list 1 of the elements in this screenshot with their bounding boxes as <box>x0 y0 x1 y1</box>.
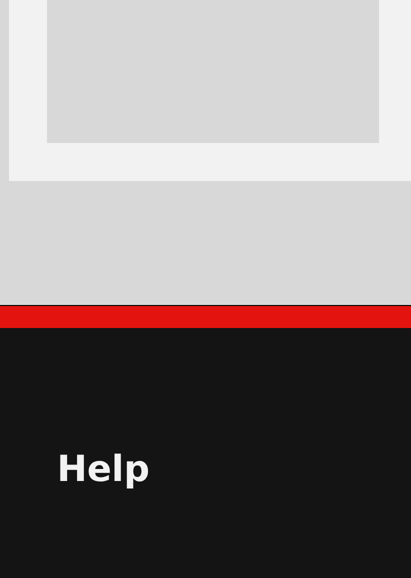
footer-heading: Help <box>57 448 150 492</box>
